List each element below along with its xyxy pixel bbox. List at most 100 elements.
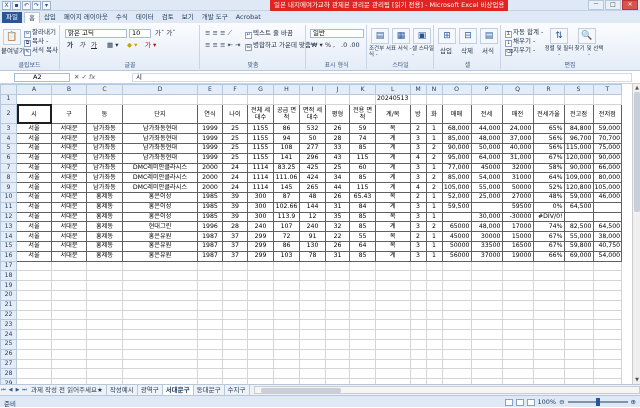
cell[interactable] bbox=[533, 271, 564, 281]
table-cell[interactable]: 서대문 bbox=[52, 124, 87, 134]
cell[interactable] bbox=[198, 339, 223, 349]
header-cell[interactable]: 전저점 bbox=[593, 104, 622, 124]
table-cell[interactable]: 홍제동 bbox=[87, 241, 123, 251]
cell[interactable] bbox=[52, 271, 87, 281]
vertical-scrollbar[interactable]: ▲ ▼ bbox=[632, 84, 640, 384]
table-cell[interactable]: 30000 bbox=[471, 232, 502, 242]
table-cell[interactable]: 홍제동 bbox=[87, 202, 123, 212]
cell[interactable] bbox=[442, 310, 471, 320]
cell[interactable] bbox=[123, 330, 198, 340]
row-header[interactable]: 21 bbox=[1, 300, 17, 310]
cell[interactable] bbox=[564, 300, 593, 310]
table-cell[interactable]: 남가좌동 bbox=[87, 143, 123, 153]
table-cell[interactable]: 3 bbox=[410, 222, 426, 232]
cell[interactable] bbox=[410, 310, 426, 320]
cell[interactable] bbox=[564, 271, 593, 281]
cell[interactable] bbox=[326, 290, 350, 300]
cell[interactable] bbox=[17, 320, 52, 330]
format-painter-button[interactable]: ✎서식 복사 bbox=[24, 46, 58, 56]
minimize-button[interactable]: － bbox=[588, 0, 604, 10]
table-cell[interactable]: 서대문 bbox=[52, 202, 87, 212]
table-cell[interactable]: 54,000 bbox=[593, 251, 622, 261]
cell[interactable] bbox=[502, 330, 533, 340]
table-cell[interactable]: 75,000 bbox=[593, 143, 622, 153]
cell[interactable] bbox=[426, 359, 442, 369]
table-cell[interactable]: 25,000 bbox=[471, 192, 502, 202]
table-cell[interactable]: 홍제동 bbox=[87, 251, 123, 261]
cell[interactable] bbox=[502, 310, 533, 320]
cell[interactable] bbox=[471, 261, 502, 271]
cell[interactable] bbox=[300, 369, 326, 379]
tab-file[interactable]: 파일 bbox=[2, 12, 22, 23]
delete-cells-icon[interactable]: ⊟ bbox=[459, 28, 477, 44]
wrap-text-button[interactable]: ↵텍스트 줄 바꿈 bbox=[245, 29, 293, 39]
cell[interactable] bbox=[198, 330, 223, 340]
table-cell[interactable]: 2000 bbox=[198, 183, 223, 193]
cell[interactable] bbox=[223, 359, 248, 369]
table-cell[interactable]: 서대문 bbox=[52, 222, 87, 232]
cell[interactable] bbox=[502, 271, 533, 281]
cell[interactable] bbox=[564, 281, 593, 291]
cell[interactable] bbox=[426, 290, 442, 300]
cell[interactable] bbox=[502, 281, 533, 291]
cell[interactable] bbox=[471, 339, 502, 349]
row-header[interactable]: 25 bbox=[1, 339, 17, 349]
select-all-corner[interactable] bbox=[1, 85, 17, 95]
cell[interactable] bbox=[471, 369, 502, 379]
table-cell[interactable]: 55,000 bbox=[471, 183, 502, 193]
cell[interactable] bbox=[471, 290, 502, 300]
table-cell[interactable]: 105,000 bbox=[593, 183, 622, 193]
row-header[interactable]: 15 bbox=[1, 241, 17, 251]
sheet-tab[interactable]: 동대문구 bbox=[194, 385, 225, 395]
table-cell[interactable]: 25 bbox=[326, 163, 350, 173]
cell[interactable] bbox=[442, 271, 471, 281]
cell[interactable] bbox=[123, 300, 198, 310]
cell[interactable] bbox=[274, 339, 300, 349]
cell[interactable] bbox=[87, 300, 123, 310]
row-header[interactable]: 24 bbox=[1, 330, 17, 340]
row-header[interactable]: 23 bbox=[1, 320, 17, 330]
row-header[interactable]: 20 bbox=[1, 290, 17, 300]
cell[interactable] bbox=[376, 261, 411, 271]
header-cell[interactable]: 매전 bbox=[502, 104, 533, 124]
cell[interactable] bbox=[123, 290, 198, 300]
table-cell[interactable]: 서울 bbox=[17, 202, 52, 212]
cell[interactable] bbox=[87, 369, 123, 379]
zoom-slider[interactable] bbox=[568, 401, 628, 403]
cell[interactable] bbox=[274, 300, 300, 310]
cell[interactable] bbox=[426, 271, 442, 281]
cell[interactable] bbox=[223, 369, 248, 379]
column-header-s[interactable]: S bbox=[564, 85, 593, 95]
page-break-view-icon[interactable] bbox=[527, 399, 535, 406]
row-header[interactable]: 22 bbox=[1, 310, 17, 320]
table-cell[interactable]: 3 bbox=[410, 202, 426, 212]
table-cell[interactable]: 109,000 bbox=[564, 173, 593, 183]
table-cell[interactable]: -30000 bbox=[502, 212, 533, 222]
table-cell[interactable]: 107 bbox=[274, 222, 300, 232]
cell[interactable] bbox=[593, 290, 622, 300]
table-cell[interactable]: 서대문 bbox=[52, 241, 87, 251]
table-cell[interactable]: 33500 bbox=[471, 241, 502, 251]
cell[interactable] bbox=[350, 290, 376, 300]
cell[interactable] bbox=[376, 339, 411, 349]
table-cell[interactable]: 24 bbox=[223, 173, 248, 183]
cell[interactable] bbox=[410, 95, 426, 105]
cell[interactable] bbox=[564, 320, 593, 330]
table-cell[interactable]: 남가좌동 bbox=[87, 163, 123, 173]
cell[interactable] bbox=[593, 261, 622, 271]
cell[interactable] bbox=[350, 281, 376, 291]
table-cell[interactable]: 홍제동 bbox=[87, 232, 123, 242]
table-cell[interactable]: 113.9 bbox=[274, 212, 300, 222]
table-cell[interactable]: 서대문 bbox=[52, 143, 87, 153]
cell[interactable] bbox=[326, 95, 350, 105]
cell[interactable] bbox=[300, 359, 326, 369]
table-cell[interactable]: 홍은유원 bbox=[123, 251, 198, 261]
table-cell[interactable]: 2 bbox=[410, 124, 426, 134]
row-header[interactable]: 16 bbox=[1, 251, 17, 261]
cell[interactable] bbox=[471, 281, 502, 291]
table-cell[interactable]: 48% bbox=[533, 192, 564, 202]
table-cell[interactable]: 37 bbox=[223, 251, 248, 261]
table-cell[interactable]: 32 bbox=[326, 222, 350, 232]
cell[interactable] bbox=[376, 290, 411, 300]
cell[interactable] bbox=[223, 339, 248, 349]
